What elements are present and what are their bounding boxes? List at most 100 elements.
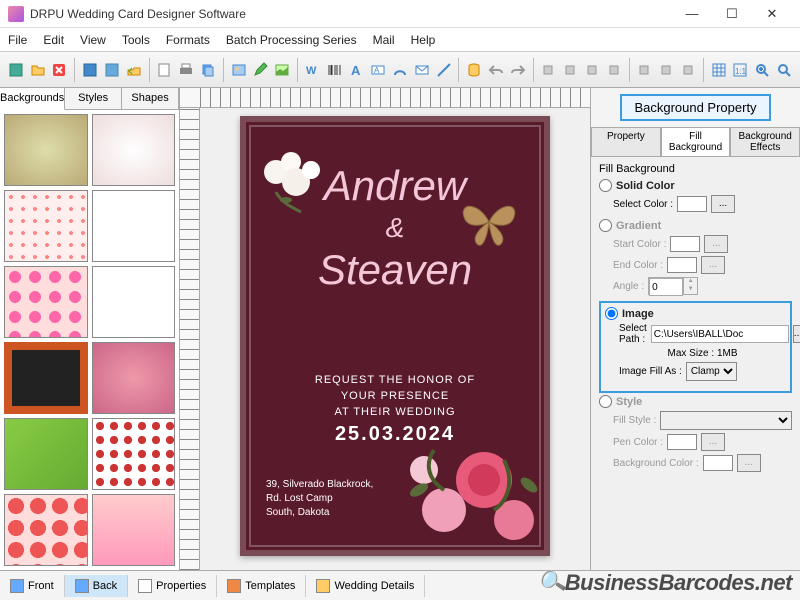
wordart-icon[interactable]: W [303,59,323,81]
end-color-swatch[interactable] [667,257,697,273]
btab-front[interactable]: Front [0,575,65,597]
maximize-button[interactable]: ☐ [712,0,752,28]
tab-fill-background[interactable]: Fill Background [661,127,731,156]
bg-thumb[interactable] [4,266,88,338]
menu-edit[interactable]: Edit [43,33,64,47]
btab-properties[interactable]: Properties [128,575,217,597]
minimize-button[interactable]: — [672,0,712,28]
fill-background-title: Fill Background [599,163,792,175]
wedding-card[interactable]: Andrew & Steaven REQUEST THE HONOR OF YO… [240,116,550,556]
card-amp: & [246,212,544,244]
background-property-button[interactable]: Background Property [620,94,770,121]
radio-image[interactable]: Image [605,307,786,320]
bg-thumb[interactable] [4,342,88,414]
radio-solid[interactable]: Solid Color [599,179,792,192]
new-icon[interactable] [6,59,26,81]
card-date: 25.03.2024 [246,426,544,442]
export-icon[interactable] [124,59,144,81]
end-color-browse[interactable]: ... [701,256,725,274]
card-addr1: 39, Silverado Blackrock, [266,478,373,492]
zoom-tool-icon[interactable] [774,59,794,81]
image-fill-as-select[interactable]: Clamp [686,362,737,381]
canvas-viewport[interactable]: Andrew & Steaven REQUEST THE HONOR OF YO… [200,108,590,570]
open-icon[interactable] [28,59,48,81]
image-path-browse[interactable]: ... [793,325,800,343]
label-angle: Angle : [613,281,644,292]
zoom-in-icon[interactable] [752,59,772,81]
barcode-icon[interactable] [325,59,345,81]
line-icon[interactable] [434,59,454,81]
align-left-icon[interactable] [635,59,655,81]
bg-thumb[interactable] [4,418,88,490]
align-center-icon[interactable] [656,59,676,81]
radio-style[interactable]: Style [599,395,792,408]
tab-backgrounds[interactable]: Backgrounds [0,88,65,110]
send-back-icon[interactable] [560,59,580,81]
text-icon[interactable]: A [347,59,367,81]
tab-background-effects[interactable]: Background Effects [730,127,800,156]
menu-help[interactable]: Help [411,33,436,47]
svg-text:A: A [374,66,380,75]
picture-icon[interactable] [272,59,292,81]
align-right-icon[interactable] [678,59,698,81]
pen-color-swatch[interactable] [667,434,697,450]
bg-thumb[interactable] [92,494,176,566]
grid-icon[interactable] [709,59,729,81]
menu-tools[interactable]: Tools [122,33,150,47]
save-icon[interactable] [80,59,100,81]
undo-icon[interactable] [486,59,506,81]
page-icon[interactable] [154,59,174,81]
titlebar: DRPU Wedding Card Designer Software — ☐ … [0,0,800,28]
menu-formats[interactable]: Formats [166,33,210,47]
database-icon[interactable] [464,59,484,81]
btab-templates[interactable]: Templates [217,575,306,597]
delete-icon[interactable] [50,59,70,81]
solid-color-browse[interactable]: ... [711,195,735,213]
mail-icon[interactable] [412,59,432,81]
textbox-icon[interactable]: A [368,59,388,81]
close-button[interactable]: ✕ [752,0,792,28]
redo-icon[interactable] [508,59,528,81]
card-addr2: Rd. Lost Camp [266,492,373,506]
start-color-browse[interactable]: ... [704,235,728,253]
image-icon[interactable] [229,59,249,81]
start-color-swatch[interactable] [670,236,700,252]
pen-color-browse[interactable]: ... [701,433,725,451]
move-down-icon[interactable] [604,59,624,81]
bg-thumb[interactable] [4,494,88,566]
background-thumbnails [0,110,179,570]
bg-thumb[interactable] [4,114,88,186]
menu-view[interactable]: View [80,33,106,47]
angle-spinner[interactable]: ▲▼ [648,277,698,295]
bg-thumb[interactable] [92,190,176,262]
fill-style-select[interactable] [660,411,792,430]
label-bg-color: Background Color : [613,458,699,469]
copy-icon[interactable] [198,59,218,81]
saveas-icon[interactable] [102,59,122,81]
menu-batch[interactable]: Batch Processing Series [226,33,357,47]
bring-front-icon[interactable] [539,59,559,81]
fit-icon[interactable]: 1:1 [731,59,751,81]
bg-thumb[interactable] [92,114,176,186]
tab-property[interactable]: Property [591,127,661,156]
shape-icon[interactable] [390,59,410,81]
btab-wedding-details[interactable]: Wedding Details [306,575,425,597]
bg-color-browse[interactable]: ... [737,454,761,472]
tab-shapes[interactable]: Shapes [122,88,179,109]
menu-file[interactable]: File [8,33,27,47]
menu-mail[interactable]: Mail [373,33,395,47]
solid-color-swatch[interactable] [677,196,707,212]
print-icon[interactable] [176,59,196,81]
bg-thumb[interactable] [92,266,176,338]
radio-gradient[interactable]: Gradient [599,219,792,232]
btab-back[interactable]: Back [65,575,128,597]
tab-styles[interactable]: Styles [65,88,122,109]
bg-color-swatch[interactable] [703,455,733,471]
bg-thumb[interactable] [4,190,88,262]
bg-thumb[interactable] [92,342,176,414]
edit-icon[interactable] [250,59,270,81]
move-up-icon[interactable] [582,59,602,81]
bottom-tabs: Front Back Properties Templates Wedding … [0,570,800,600]
image-path-input[interactable] [651,325,789,343]
bg-thumb[interactable] [92,418,176,490]
